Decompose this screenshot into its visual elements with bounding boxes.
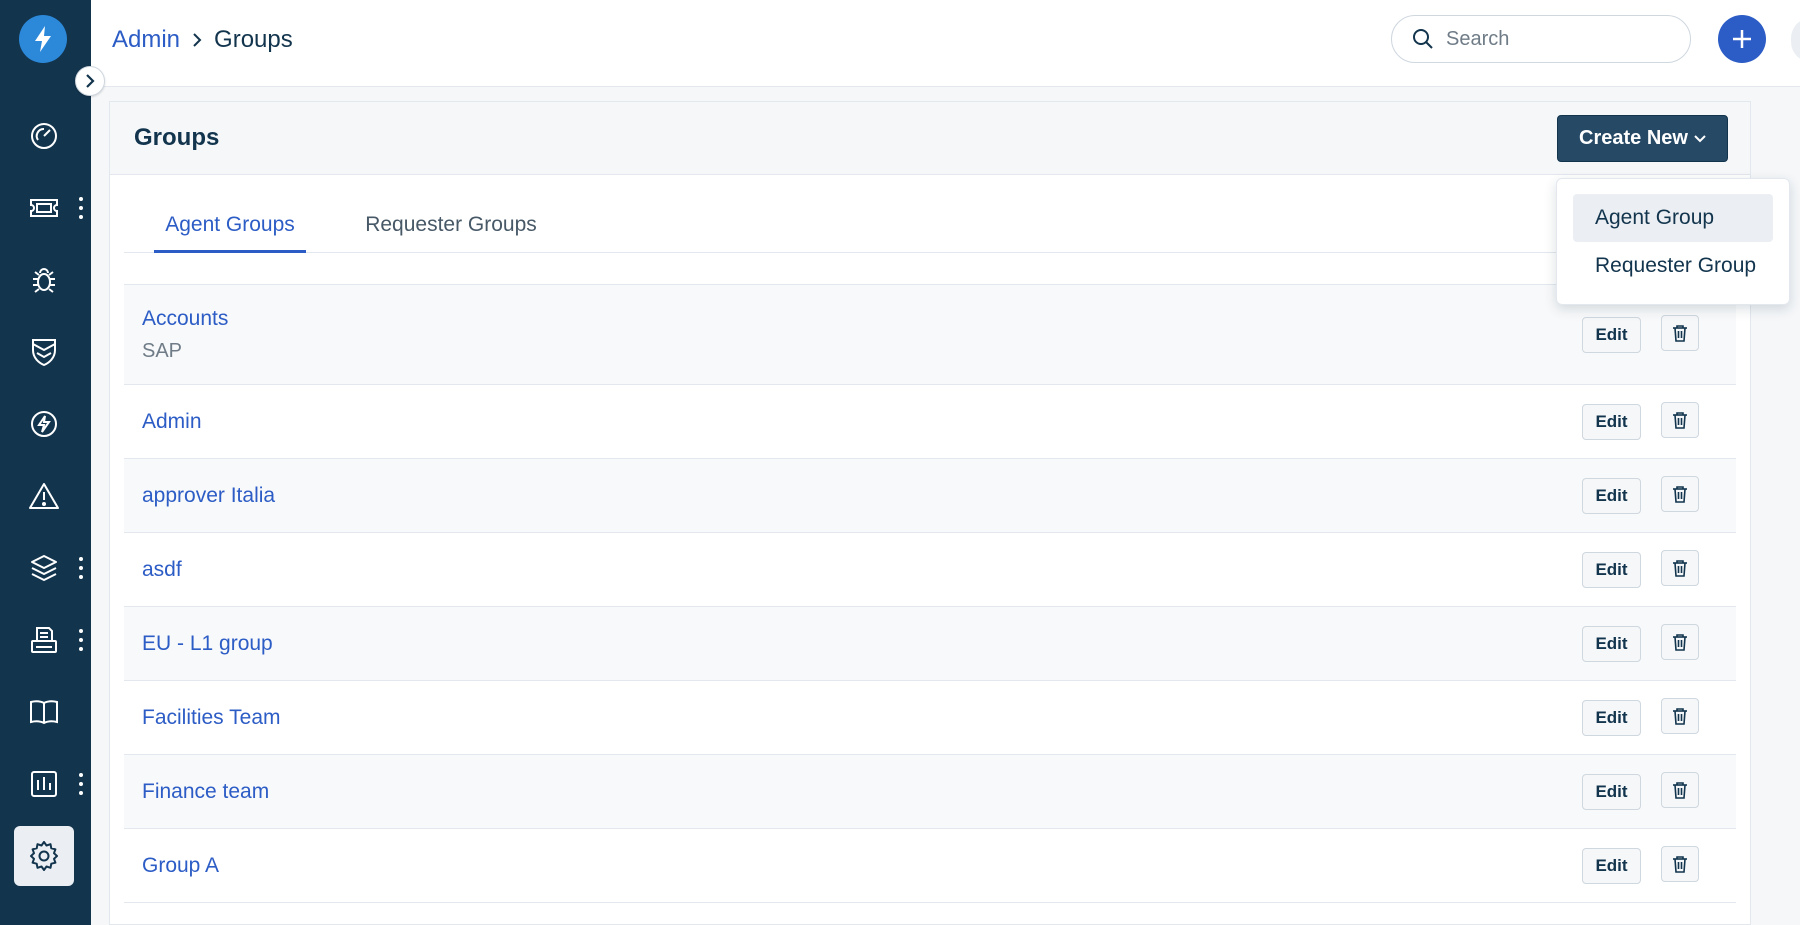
sidebar	[0, 0, 91, 925]
edit-button[interactable]: Edit	[1582, 848, 1641, 884]
tickets-more-button[interactable]	[78, 197, 84, 219]
shield-icon	[32, 339, 56, 367]
alert-icon	[29, 483, 59, 509]
search-input[interactable]	[1446, 27, 1666, 51]
table-row: approver Italia Edit	[124, 459, 1736, 533]
menu-item-agent-group[interactable]: Agent Group	[1573, 194, 1773, 242]
delete-button[interactable]	[1661, 698, 1699, 734]
trash-icon	[1673, 708, 1687, 725]
trash-icon	[1673, 782, 1687, 799]
dashboard-icon	[31, 123, 57, 149]
logo[interactable]	[19, 15, 67, 63]
trash-icon	[1673, 412, 1687, 429]
delete-button[interactable]	[1661, 315, 1699, 351]
sidebar-item-releases[interactable]	[14, 394, 74, 454]
sidebar-item-solutions[interactable]	[14, 682, 74, 742]
group-name-link[interactable]: approver Italia	[142, 484, 275, 508]
ticket-icon	[30, 199, 58, 217]
sidebar-item-admin[interactable]	[14, 826, 74, 886]
table-row: Accounts SAP Edit	[124, 284, 1736, 385]
gear-icon	[30, 841, 58, 871]
search-box[interactable]	[1391, 15, 1691, 63]
sidebar-item-tickets[interactable]	[14, 178, 74, 238]
edit-button[interactable]: Edit	[1582, 700, 1641, 736]
trash-icon	[1673, 486, 1687, 503]
tab-requester-groups[interactable]: Requester Groups	[356, 202, 546, 253]
sidebar-item-alerts[interactable]	[14, 466, 74, 526]
group-name-link[interactable]: Finance team	[142, 780, 269, 804]
add-new-button[interactable]	[1718, 15, 1766, 63]
table-row: asdf Edit	[124, 533, 1736, 607]
table-row: Admin Edit	[124, 385, 1736, 459]
breadcrumb-admin-link[interactable]: Admin	[112, 26, 180, 54]
edit-button[interactable]: Edit	[1582, 404, 1641, 440]
group-name-link[interactable]: Admin	[142, 410, 202, 434]
groups-panel: Groups Create New Agent Groups Requester…	[109, 101, 1751, 925]
delete-button[interactable]	[1661, 624, 1699, 660]
table-row: Finance team Edit	[124, 755, 1736, 829]
delete-button[interactable]	[1661, 476, 1699, 512]
groups-list: Accounts SAP Edit Admin Edit approver It…	[124, 284, 1736, 903]
delete-button[interactable]	[1661, 772, 1699, 808]
search-icon	[1413, 29, 1433, 49]
edit-button[interactable]: Edit	[1582, 552, 1641, 588]
create-new-button[interactable]: Create New	[1557, 115, 1728, 162]
edit-button[interactable]: Edit	[1582, 317, 1641, 353]
group-name-link[interactable]: Group A	[142, 854, 219, 878]
delete-button[interactable]	[1661, 846, 1699, 882]
sidebar-item-dashboard[interactable]	[14, 106, 74, 166]
trash-icon	[1673, 325, 1687, 342]
breadcrumb: Admin Groups	[112, 26, 293, 54]
bug-icon	[33, 268, 55, 293]
chevron-down-icon	[1694, 134, 1706, 142]
breadcrumb-chevron-icon	[192, 32, 202, 48]
trash-icon	[1673, 634, 1687, 651]
edit-button[interactable]: Edit	[1582, 626, 1641, 662]
reports-more-button[interactable]	[78, 773, 84, 795]
table-row: EU - L1 group Edit	[124, 607, 1736, 681]
trash-icon	[1673, 560, 1687, 577]
edit-button[interactable]: Edit	[1582, 478, 1641, 514]
menu-item-requester-group[interactable]: Requester Group	[1573, 242, 1773, 290]
group-name-link[interactable]: Accounts	[142, 307, 228, 331]
create-new-dropdown: Agent Group Requester Group	[1556, 178, 1790, 305]
sidebar-item-assets[interactable]	[14, 538, 74, 598]
plus-icon	[1733, 30, 1751, 48]
delete-button[interactable]	[1661, 402, 1699, 438]
group-description: SAP	[142, 340, 183, 362]
printer-icon	[31, 627, 57, 653]
trash-icon	[1673, 856, 1687, 873]
breadcrumb-current: Groups	[214, 26, 293, 53]
layers-icon	[31, 555, 57, 581]
sidebar-item-reports[interactable]	[14, 754, 74, 814]
book-icon	[30, 700, 58, 725]
chevron-right-icon	[86, 74, 95, 88]
table-row: Facilities Team Edit	[124, 681, 1736, 755]
reports-icon	[31, 771, 57, 797]
assets-more-button[interactable]	[78, 557, 84, 579]
sidebar-item-changes[interactable]	[14, 322, 74, 382]
purchase-more-button[interactable]	[78, 629, 84, 651]
lightning-logo-icon	[35, 26, 51, 52]
sidebar-expand-button[interactable]	[75, 66, 105, 96]
group-name-link[interactable]: Facilities Team	[142, 706, 281, 730]
page-title: Groups	[134, 124, 220, 151]
delete-button[interactable]	[1661, 550, 1699, 586]
top-header: Admin Groups	[91, 0, 1800, 87]
tab-agent-groups[interactable]: Agent Groups	[154, 202, 306, 253]
avatar[interactable]	[1791, 18, 1800, 62]
group-name-link[interactable]: EU - L1 group	[142, 632, 273, 656]
group-tabs: Agent Groups Requester Groups	[124, 202, 1736, 253]
sidebar-item-purchase[interactable]	[14, 610, 74, 670]
table-row: Group A Edit	[124, 829, 1736, 903]
lightning-icon	[31, 411, 57, 437]
group-name-link[interactable]: asdf	[142, 558, 182, 582]
create-new-label: Create New	[1579, 127, 1688, 149]
edit-button[interactable]: Edit	[1582, 774, 1641, 810]
sidebar-item-problems[interactable]	[14, 250, 74, 310]
panel-header: Groups Create New	[110, 102, 1750, 175]
